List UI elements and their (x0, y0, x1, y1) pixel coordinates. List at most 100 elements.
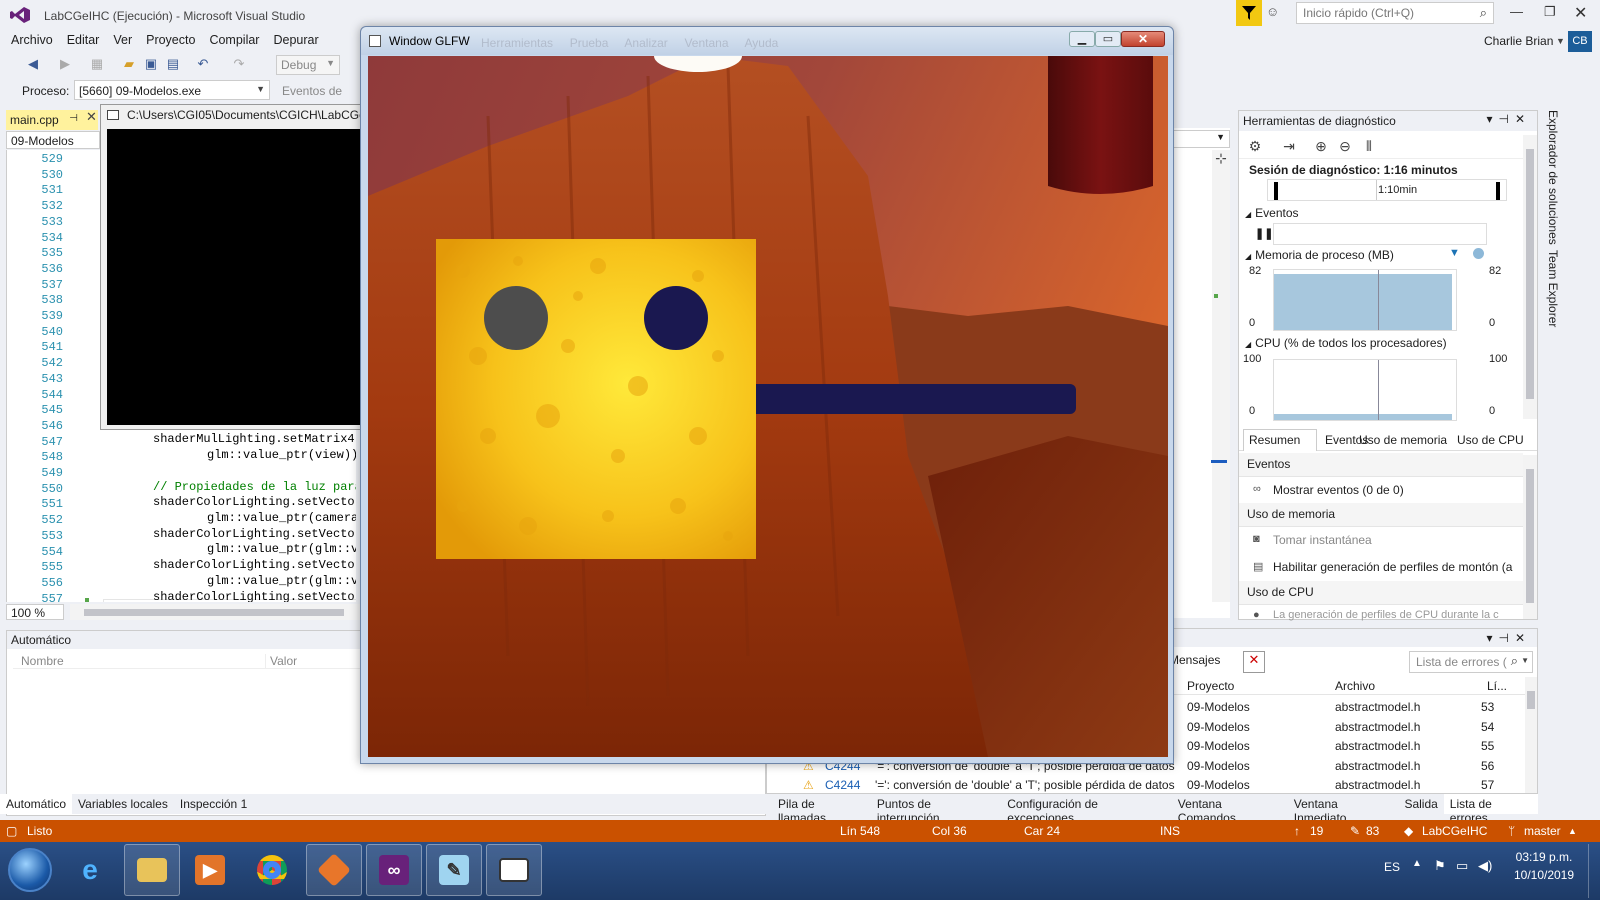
menu-archivo[interactable]: Archivo (4, 30, 60, 52)
console-window[interactable]: C:\Users\CGI05\Documents\CGICH\LabCGeIHC (100, 104, 363, 430)
tab-resumen[interactable]: Resumen (1249, 433, 1300, 447)
close-tab-icon[interactable]: ✕ (86, 109, 97, 125)
start-button[interactable] (8, 848, 52, 892)
internet-explorer-icon[interactable]: e (62, 844, 118, 896)
pause-icon[interactable]: ❚❚ (1255, 227, 1273, 240)
notifications-filter-button[interactable] (1236, 0, 1262, 26)
tab-ventana-comandos[interactable]: Ventana Comandos (1172, 794, 1288, 825)
events-track[interactable] (1273, 223, 1487, 245)
tab-pila-de-llamadas[interactable]: Pila de llamadas (772, 794, 871, 825)
selection-start[interactable] (1274, 182, 1278, 200)
tab-automatico[interactable]: Automático (0, 794, 73, 814)
error-scrollbar[interactable] (1525, 677, 1537, 793)
glfw-maximize-button[interactable]: ▭ (1095, 31, 1121, 47)
export-icon[interactable]: ⇥ (1279, 136, 1299, 156)
tab-configuracion-de-excepciones[interactable]: Configuración de excepciones (1001, 794, 1172, 825)
status-commits-up[interactable]: 19 (1310, 824, 1323, 838)
scrollbar-thumb[interactable] (84, 609, 344, 616)
tab-team-explorer[interactable]: Team Explorer (1546, 250, 1560, 327)
status-pending-changes[interactable]: 83 (1366, 824, 1379, 838)
split-editor-icon[interactable]: ⊹ (1212, 150, 1230, 167)
status-repository[interactable]: LabCGeIHC (1422, 824, 1487, 838)
cpu-chart[interactable] (1273, 359, 1457, 421)
solution-configuration-select[interactable]: Debug ▼ (276, 55, 340, 75)
open-folder-icon[interactable]: ▰ (120, 55, 138, 73)
redo-icon[interactable]: ↷ (230, 55, 248, 73)
show-desktop-button[interactable] (1588, 844, 1598, 898)
take-snapshot-link[interactable]: Tomar instantánea (1273, 533, 1372, 547)
avatar[interactable]: CB (1568, 31, 1592, 52)
horizontal-scrollbar[interactable] (70, 604, 360, 620)
paint-icon[interactable]: ✎ (426, 844, 482, 896)
column-project[interactable]: Proyecto (1187, 679, 1234, 693)
tab-variables-locales[interactable]: Variables locales (72, 794, 174, 814)
console-output[interactable] (107, 129, 363, 425)
chevron-down-icon[interactable]: ▼ (1556, 36, 1565, 46)
quick-launch-input[interactable]: Inicio rápido (Ctrl+Q) ⌕ (1296, 2, 1494, 24)
volume-icon[interactable]: ◀) (1478, 858, 1492, 874)
tab-ventana-inmediato[interactable]: Ventana Inmediato (1288, 794, 1399, 825)
tab-main-cpp[interactable]: main.cpp ⊣ (6, 110, 98, 130)
close-button[interactable]: ✕ (1574, 3, 1587, 23)
show-events-link[interactable]: Mostrar eventos (0 de 0) (1273, 483, 1404, 497)
branch-icon[interactable]: ᛘ (1508, 824, 1515, 838)
menu-ver[interactable]: Ver (106, 30, 139, 52)
restore-button[interactable]: ❐ (1544, 4, 1556, 20)
glfw-minimize-button[interactable]: ▁ (1069, 31, 1095, 47)
project-navigation-dropdown[interactable]: 09-Modelos (6, 131, 100, 149)
cpu-section-header[interactable]: ◢ CPU (% de todos los procesadores) (1245, 336, 1447, 350)
feedback-icon[interactable]: ☺ (1266, 4, 1286, 24)
undo-icon[interactable]: ↶ (194, 55, 212, 73)
console-app-icon[interactable] (486, 844, 542, 896)
show-hidden-icons-icon[interactable]: ▲ (1412, 858, 1422, 869)
timeline-ruler[interactable]: 1:10min (1267, 179, 1507, 201)
menu-editar[interactable]: Editar (60, 30, 107, 52)
clock-date[interactable]: 10/10/2019 (1512, 868, 1576, 882)
diagnostics-scrollbar[interactable] (1523, 135, 1537, 419)
tab-solution-explorer[interactable]: Explorador de soluciones (1546, 110, 1560, 245)
process-select[interactable]: [5660] 09-Modelos.exe ▼ (74, 80, 270, 100)
tab-uso-de-memoria[interactable]: Uso de memoria (1359, 433, 1447, 447)
user-name[interactable]: Charlie Brian (1484, 34, 1553, 48)
network-icon[interactable]: ▭ (1456, 858, 1468, 874)
back-icon[interactable]: ◀ (24, 55, 42, 73)
memory-chart[interactable] (1273, 269, 1457, 331)
heap-profiling-link[interactable]: Habilitar generación de perfiles de mont… (1273, 560, 1512, 574)
column-name[interactable]: Nombre (21, 654, 64, 668)
save-all-icon[interactable]: ▤ (164, 55, 182, 73)
lifecycle-events-button[interactable]: Eventos de (282, 84, 342, 98)
file-explorer-icon[interactable] (124, 844, 180, 896)
vertical-scrollbar[interactable] (1212, 150, 1230, 602)
minimize-button[interactable]: — (1510, 4, 1523, 19)
chrome-icon[interactable] (244, 844, 300, 896)
menu-depurar[interactable]: Depurar (266, 30, 325, 52)
media-player-icon[interactable]: ▶ (182, 844, 238, 896)
menu-compilar[interactable]: Compilar (202, 30, 266, 52)
gear-icon[interactable]: ⚙ (1245, 136, 1265, 156)
chart-icon[interactable]: ⫴ (1359, 136, 1379, 156)
error-row[interactable]: ⚠ C4244 '=': conversión de 'double' a 'T';… (767, 775, 1527, 795)
new-project-icon[interactable]: ▦ (88, 55, 106, 73)
glfw-close-button[interactable]: ✕ (1121, 31, 1165, 47)
selection-end[interactable] (1496, 182, 1500, 200)
zoom-in-icon[interactable]: ⊕ (1311, 136, 1331, 156)
events-section-header[interactable]: ◢ Eventos (1245, 206, 1299, 220)
glfw-title-bar[interactable]: Window GLFW Herramientas Prueba Analizar… (361, 27, 1173, 55)
git-client-icon[interactable] (306, 844, 362, 896)
input-language[interactable]: ES (1384, 860, 1400, 874)
column-line[interactable]: Lí... (1487, 679, 1507, 693)
pin-icon[interactable]: ⊣ (69, 113, 78, 124)
tab-inspeccion-1[interactable]: Inspección 1 (174, 794, 253, 814)
zoom-out-icon[interactable]: ⊖ (1335, 136, 1355, 156)
status-branch[interactable]: master (1524, 824, 1561, 838)
visual-studio-icon[interactable]: ∞ (366, 844, 422, 896)
forward-icon[interactable]: ▶ (56, 55, 74, 73)
scrollbar-thumb[interactable] (1526, 469, 1534, 603)
glfw-window[interactable]: Window GLFW Herramientas Prueba Analizar… (360, 26, 1174, 764)
column-file[interactable]: Archivo (1335, 679, 1375, 693)
arrow-up-icon[interactable]: ↑ (1294, 824, 1300, 838)
error-search-input[interactable]: Lista de errores ( ⌕ ▼ (1409, 651, 1533, 673)
pencil-icon[interactable]: ✎ (1350, 824, 1360, 838)
panel-controls[interactable]: ▾⊣✕ (1486, 631, 1531, 645)
tab-uso-de-cpu[interactable]: Uso de CPU (1457, 433, 1524, 447)
